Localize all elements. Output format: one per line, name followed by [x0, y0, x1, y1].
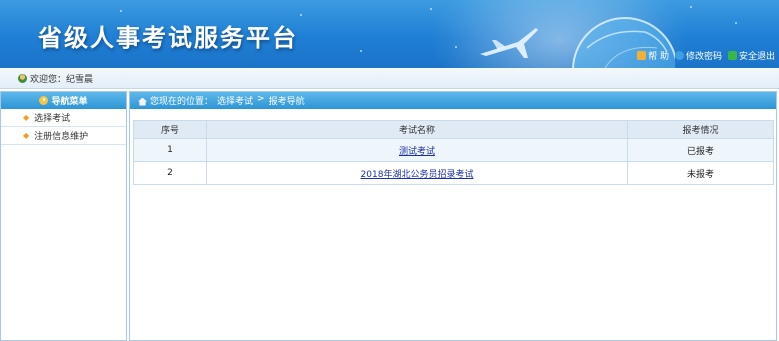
sidebar-item-registration-info[interactable]: ◆ 注册信息维护 — [1, 127, 126, 145]
column-header-exam-name: 考试名称 — [206, 120, 628, 139]
star-dot — [360, 50, 362, 52]
logout-label: 安全退出 — [738, 52, 775, 62]
welcome-bar: 欢迎您：纪雪晨 — [0, 68, 779, 89]
help-label: 帮 助 — [648, 52, 669, 62]
sidebar-item-select-exam[interactable]: ◆ 选择考试 — [1, 109, 126, 127]
breadcrumb-text: 您现在的位置： 选择考试 > 报考导航 — [150, 94, 305, 107]
star-dot — [120, 10, 122, 12]
column-header-no: 序号 — [133, 120, 207, 139]
logout-icon — [727, 51, 737, 60]
site-title: 省级人事考试服务平台 — [38, 24, 298, 52]
sidebar: ▾ 导航菜单 ◆ 选择考试 ◆ 注册信息维护 — [0, 91, 127, 341]
star-dot — [300, 14, 302, 16]
exam-link[interactable]: 2018年湖北公务员招录考试 — [361, 170, 474, 180]
help-icon — [637, 51, 647, 60]
breadcrumb-item-select-exam[interactable]: 选择考试 — [217, 94, 253, 107]
airplane-icon — [480, 28, 538, 58]
cell-no: 1 — [133, 138, 207, 162]
home-icon — [138, 97, 147, 106]
bullet-star-icon: ◆ — [23, 113, 30, 122]
breadcrumb-separator: > — [257, 94, 265, 104]
star-dot — [735, 22, 737, 24]
cell-status: 已报考 — [627, 138, 774, 162]
cell-status: 未报考 — [627, 161, 774, 185]
change-password-label: 修改密码 — [685, 52, 722, 62]
main-panel: 您现在的位置： 选择考试 > 报考导航 序号 考试名称 报考情况 1 测试考试 … — [129, 91, 777, 341]
cell-exam-name: 测试考试 — [206, 138, 628, 162]
sidebar-item-label: 选择考试 — [34, 114, 71, 124]
welcome-text: 欢迎您：纪雪晨 — [30, 74, 94, 85]
breadcrumb: 您现在的位置： 选择考试 > 报考导航 — [130, 92, 776, 109]
top-links: 帮 助 修改密码 安全退出 — [637, 49, 775, 62]
exam-table: 序号 考试名称 报考情况 1 测试考试 已报考 2 2018年湖北公务员招录考试… — [133, 120, 774, 185]
header-banner: 省级人事考试服务平台 帮 助 修改密码 安全退出 — [0, 0, 779, 68]
user-icon — [18, 73, 27, 83]
change-password-link[interactable]: 修改密码 — [674, 49, 722, 62]
password-icon — [674, 51, 684, 60]
star-dot — [430, 8, 432, 10]
star-dot — [455, 46, 457, 48]
nav-heading: ▾ 导航菜单 — [1, 92, 126, 109]
breadcrumb-item-current: 报考导航 — [268, 97, 305, 107]
nav-heading-label: 导航菜单 — [51, 97, 88, 107]
exam-link[interactable]: 测试考试 — [399, 147, 435, 157]
table-row: 1 测试考试 已报考 — [133, 138, 774, 162]
logout-link[interactable]: 安全退出 — [727, 49, 775, 62]
sidebar-item-label: 注册信息维护 — [34, 132, 89, 142]
star-dot — [690, 6, 692, 8]
table-header-row: 序号 考试名称 报考情况 — [133, 120, 774, 139]
chevron-down-icon: ▾ — [39, 96, 49, 105]
bullet-star-icon: ◆ — [23, 131, 30, 140]
table-row: 2 2018年湖北公务员招录考试 未报考 — [133, 161, 774, 185]
column-header-status: 报考情况 — [627, 120, 774, 139]
breadcrumb-prefix: 您现在的位置： — [150, 97, 214, 107]
cell-no: 2 — [133, 161, 207, 185]
help-link[interactable]: 帮 助 — [637, 49, 669, 62]
cell-exam-name: 2018年湖北公务员招录考试 — [206, 161, 628, 185]
